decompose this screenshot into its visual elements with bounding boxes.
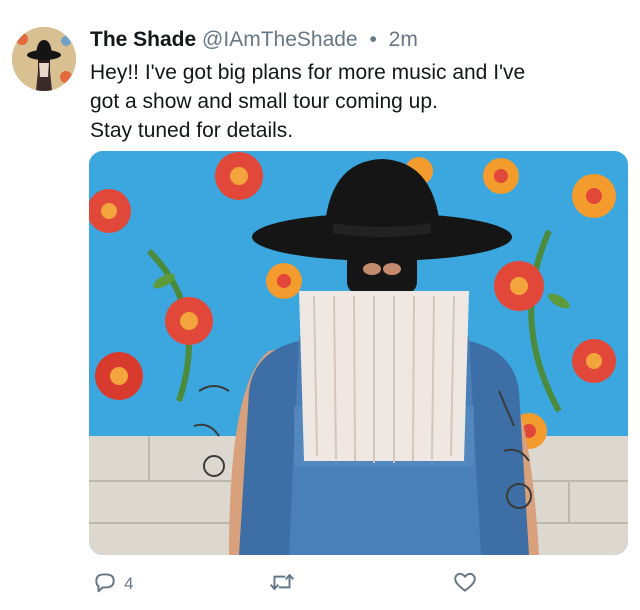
tweet-header: The Shade @IAmTheShade • 2m bbox=[90, 26, 418, 54]
photo-illustration bbox=[89, 151, 628, 555]
avatar[interactable] bbox=[12, 27, 76, 91]
retweet-icon bbox=[268, 569, 296, 600]
tweet-text-line: got a show and small tour coming up. bbox=[90, 90, 438, 113]
tweet-actions: 4 bbox=[0, 566, 640, 602]
user-handle[interactable]: @IAmTheShade bbox=[202, 28, 358, 51]
tweet-text: Hey!! I've got big plans for more music … bbox=[90, 58, 630, 145]
retweet-button[interactable] bbox=[268, 566, 296, 602]
like-button[interactable] bbox=[452, 566, 478, 602]
timestamp[interactable]: 2m bbox=[389, 28, 418, 51]
separator-dot: • bbox=[369, 28, 377, 51]
reply-icon bbox=[92, 569, 118, 600]
reply-button[interactable]: 4 bbox=[92, 566, 133, 602]
tweet-text-line: Hey!! I've got big plans for more music … bbox=[90, 61, 526, 84]
tweet-photo[interactable] bbox=[89, 151, 628, 555]
tweet[interactable]: The Shade @IAmTheShade • 2m Hey!! I've g… bbox=[0, 0, 640, 610]
reply-count: 4 bbox=[124, 574, 134, 593]
tweet-text-line: Stay tuned for details. bbox=[90, 119, 294, 142]
avatar-image bbox=[12, 27, 76, 91]
heart-icon bbox=[452, 569, 478, 600]
display-name[interactable]: The Shade bbox=[90, 28, 196, 51]
